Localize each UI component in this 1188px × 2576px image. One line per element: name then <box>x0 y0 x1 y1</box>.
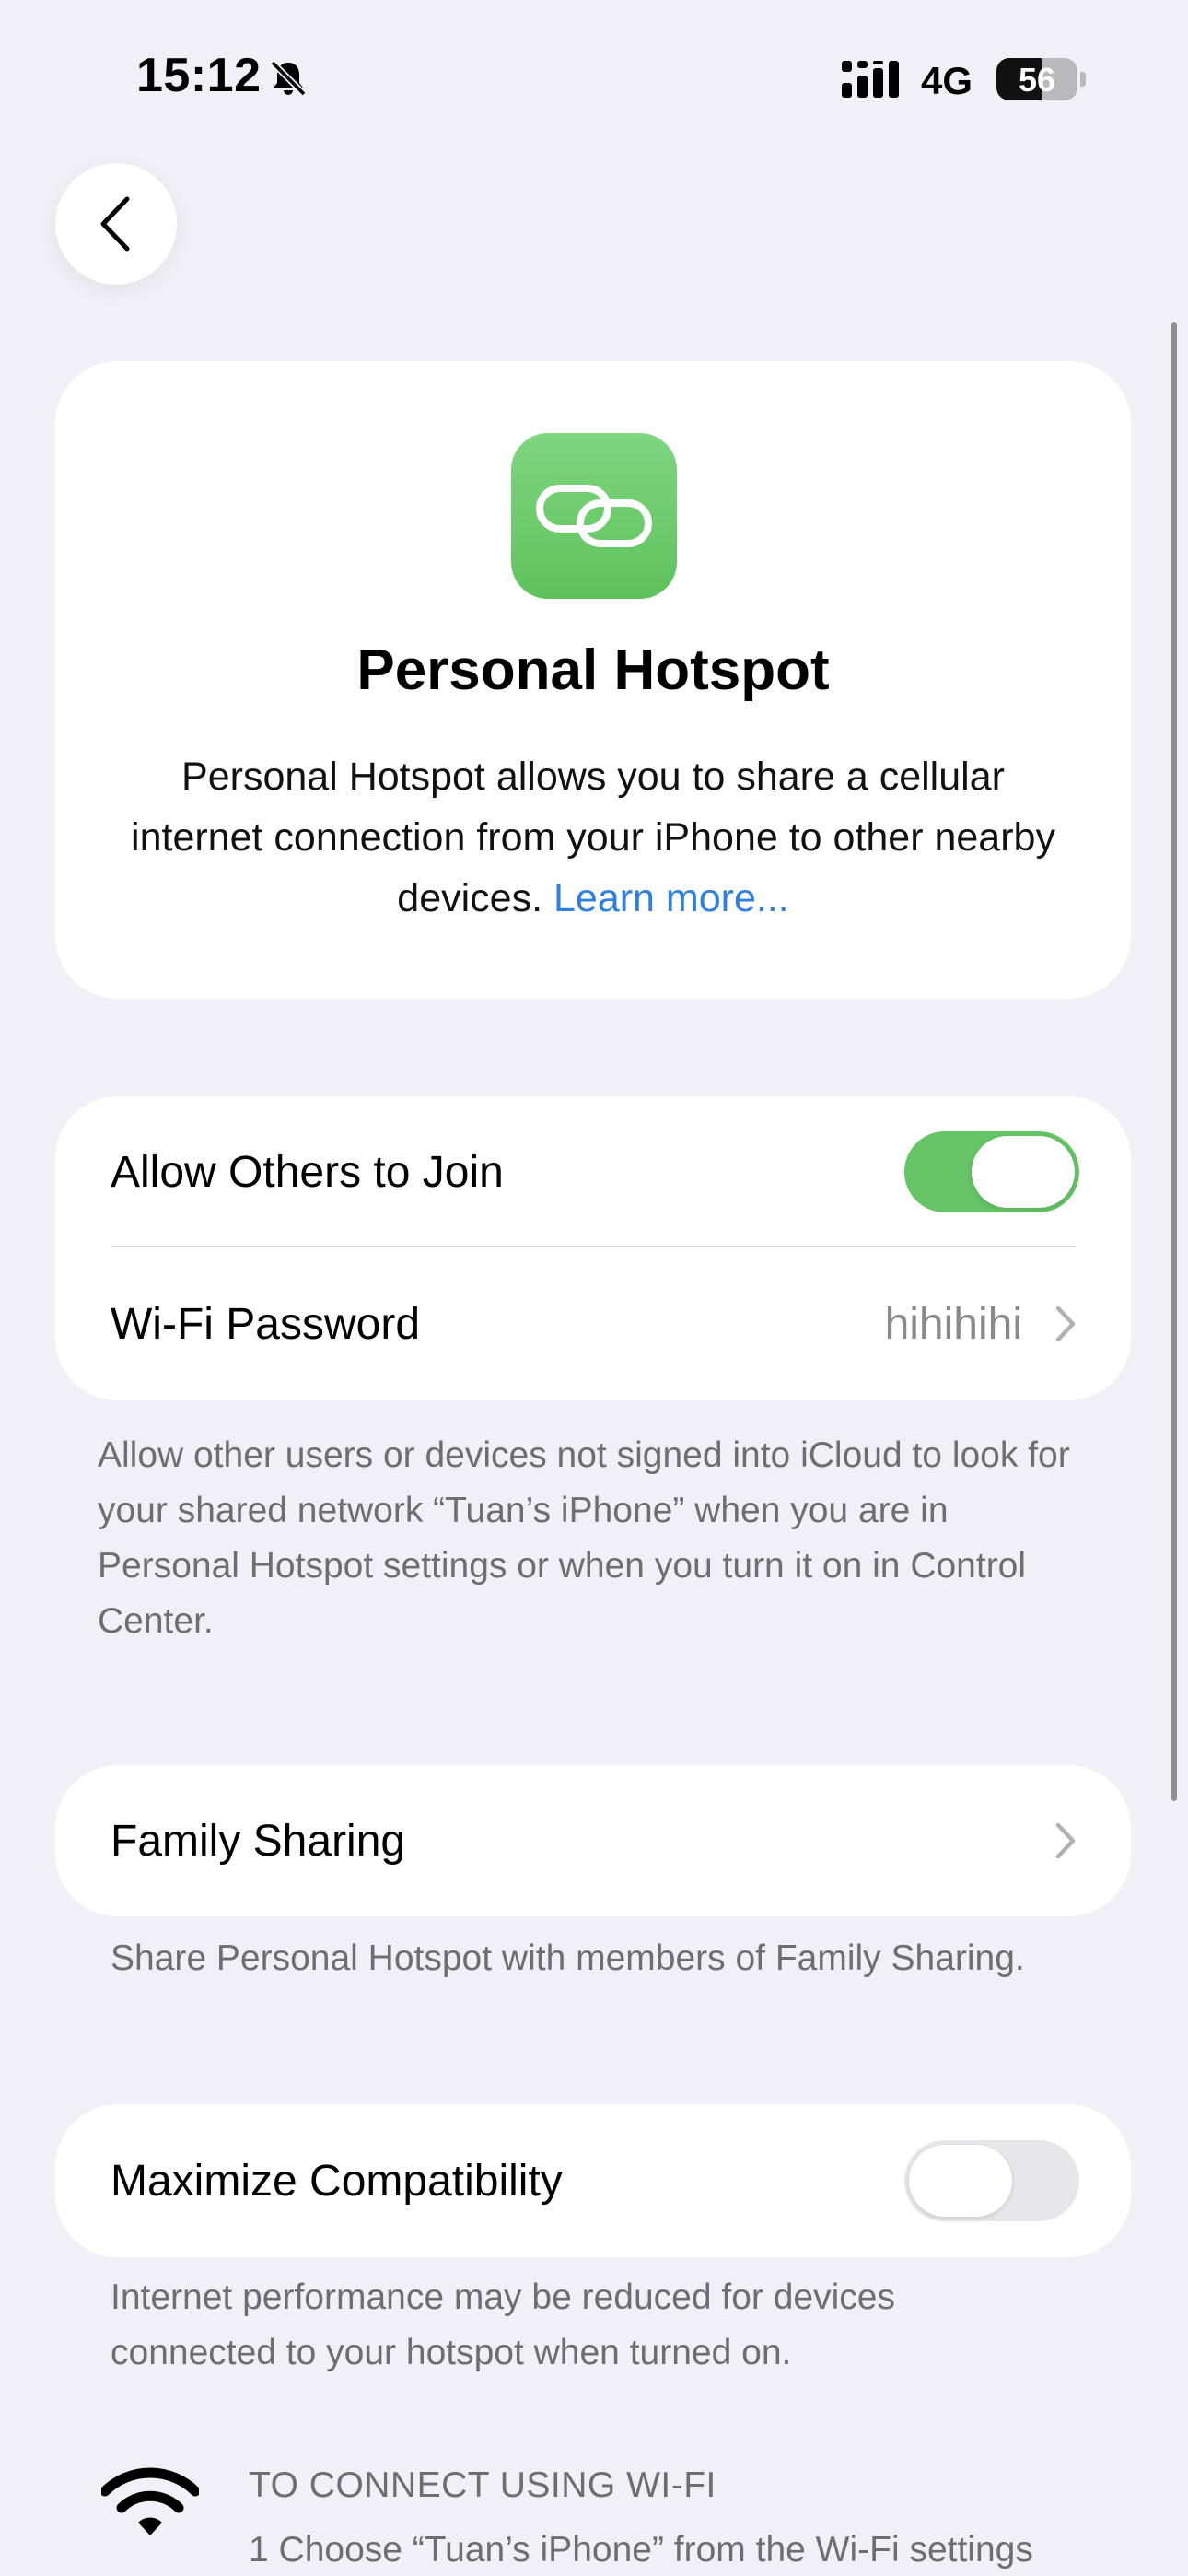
wifi-password-label: Wi-Fi Password <box>111 1299 421 1349</box>
battery-level: 56 <box>1018 61 1056 99</box>
chevron-right-icon <box>1055 1822 1076 1859</box>
network-type: 4G <box>921 59 973 102</box>
toggle-knob <box>972 1136 1075 1208</box>
toggle-knob <box>909 2145 1012 2217</box>
connect-wifi-step-1: 1 Choose “Tuan’s iPhone” from the Wi-Fi … <box>249 2530 1033 2570</box>
family-sharing-label: Family Sharing <box>111 1816 406 1866</box>
link-icon <box>536 485 652 547</box>
header-card: Personal Hotspot Personal Hotspot allows… <box>55 361 1131 999</box>
family-sharing-footnote: Share Personal Hotspot with members of F… <box>111 1938 1025 1978</box>
maximize-compatibility-footnote: Internet performance may be reduced for … <box>111 2277 895 2372</box>
maximize-compatibility-row[interactable]: Maximize Compatibility <box>55 2104 1131 2257</box>
family-sharing-group: Family Sharing <box>55 1765 1131 1916</box>
hotspot-app-icon <box>511 433 677 599</box>
cellular-signal-icon <box>842 61 899 98</box>
header-description: Personal Hotspot allows you to share a c… <box>129 746 1057 929</box>
hotspot-settings-group: Allow Others to Join Wi-Fi Password hihi… <box>55 1096 1131 1400</box>
wifi-password-row[interactable]: Wi-Fi Password hihihihi <box>55 1247 1131 1400</box>
scrollbar[interactable] <box>1171 322 1177 1801</box>
family-sharing-row[interactable]: Family Sharing <box>55 1765 1131 1916</box>
maximize-compatibility-toggle[interactable] <box>904 2140 1079 2221</box>
bell-slash-icon <box>270 60 307 97</box>
wifi-password-value: hihihihi <box>884 1299 1022 1349</box>
learn-more-link[interactable]: Learn more... <box>553 876 789 920</box>
allow-others-footnote: Allow other users or devices not signed … <box>98 1435 1070 1641</box>
compatibility-group: Maximize Compatibility <box>55 2104 1131 2257</box>
status-time: 15:12 <box>136 49 262 102</box>
back-button[interactable] <box>55 163 177 285</box>
chevron-left-icon <box>100 196 130 252</box>
battery-indicator: 56 <box>996 58 1077 100</box>
allow-others-row[interactable]: Allow Others to Join <box>55 1096 1131 1247</box>
maximize-compatibility-label: Maximize Compatibility <box>111 2156 563 2206</box>
allow-others-label: Allow Others to Join <box>111 1147 504 1197</box>
allow-others-toggle[interactable] <box>904 1131 1079 1212</box>
wifi-icon <box>101 2467 199 2535</box>
personal-hotspot-screen: 15:12 4G 56 Personal Hotspot Personal Ho… <box>0 0 1188 2576</box>
page-title: Personal Hotspot <box>356 638 830 702</box>
connect-wifi-heading: TO CONNECT USING WI-FI <box>249 2465 716 2505</box>
battery-tip <box>1080 72 1086 87</box>
chevron-right-icon <box>1055 1306 1076 1342</box>
